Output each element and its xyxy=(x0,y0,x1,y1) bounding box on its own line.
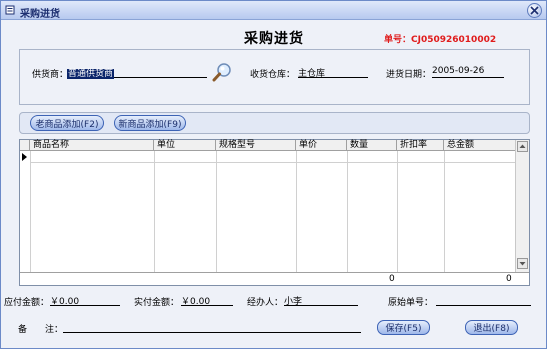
grid-divider xyxy=(154,151,155,272)
column-header[interactable]: 单价 xyxy=(296,140,347,151)
grid-row-divider xyxy=(30,162,516,163)
original-number-label: 原始单号： xyxy=(388,298,434,308)
search-icon[interactable] xyxy=(211,62,233,82)
handler-field[interactable]: 小李 xyxy=(284,294,358,307)
total-quantity: 0 xyxy=(389,274,395,284)
column-header[interactable]: 商品名称 xyxy=(30,140,154,151)
product-grid[interactable]: 商品名称 单位 规格型号 单价 数量 折扣率 总金额 0 0 xyxy=(19,139,530,286)
app-icon xyxy=(5,5,15,15)
add-old-product-button[interactable]: 老商品添加(F2) xyxy=(30,115,104,131)
column-header[interactable]: 规格型号 xyxy=(216,140,296,151)
save-button[interactable]: 保存(F5) xyxy=(377,320,430,335)
remark-field[interactable] xyxy=(63,321,361,333)
original-number-field[interactable] xyxy=(436,294,531,306)
paid-label: 实付金额： xyxy=(134,298,180,308)
close-button[interactable] xyxy=(527,3,542,18)
remark-label: 备 注： xyxy=(18,325,64,335)
payable-field[interactable]: ￥0.00 xyxy=(50,294,120,307)
purchase-window: 采购进货 采购进货 单号：CJ050926010002 供货商： 普通供货商 收… xyxy=(0,0,547,349)
supplier-value: 普通供货商 xyxy=(67,69,115,79)
row-indicator-header xyxy=(20,140,30,151)
grid-header: 商品名称 单位 规格型号 单价 数量 折扣率 总金额 xyxy=(20,140,516,151)
arrow-down-icon xyxy=(519,262,526,266)
column-header[interactable]: 总金额 xyxy=(444,140,516,151)
vertical-scrollbar[interactable] xyxy=(515,140,529,272)
title-bar: 采购进货 xyxy=(1,1,546,20)
payable-label: 应付金额： xyxy=(4,298,50,308)
grid-divider xyxy=(30,151,31,272)
exit-button[interactable]: 退出(F8) xyxy=(465,320,518,335)
scroll-up-button[interactable] xyxy=(517,141,528,152)
supplier-field[interactable]: 普通供货商 xyxy=(67,66,207,79)
column-header[interactable]: 折扣率 xyxy=(397,140,444,151)
date-field[interactable]: 2005-09-26 xyxy=(432,66,504,78)
close-icon xyxy=(530,6,539,15)
grid-divider xyxy=(347,151,348,272)
column-header[interactable]: 数量 xyxy=(347,140,397,151)
warehouse-label: 收货仓库： xyxy=(250,70,296,80)
window-title: 采购进货 xyxy=(20,9,60,20)
add-new-product-button[interactable]: 新商品添加(F9) xyxy=(114,115,186,131)
column-header[interactable]: 单位 xyxy=(154,140,216,151)
date-label: 进货日期： xyxy=(386,70,432,80)
supplier-label: 供货商： xyxy=(32,70,69,80)
paid-field[interactable]: ￥0.00 xyxy=(181,294,233,307)
current-row-pointer-icon xyxy=(22,153,27,161)
grid-totals-row: 0 0 xyxy=(20,272,529,285)
scroll-down-button[interactable] xyxy=(517,258,528,269)
order-number: 单号：CJ050926010002 xyxy=(384,35,497,45)
total-amount: 0 xyxy=(506,274,512,284)
grid-divider xyxy=(296,151,297,272)
arrow-up-icon xyxy=(519,144,526,148)
grid-divider xyxy=(216,151,217,272)
grid-divider xyxy=(397,151,398,272)
form-title: 采购进货 xyxy=(244,31,304,47)
handler-label: 经办人： xyxy=(247,298,284,308)
grid-divider xyxy=(444,151,445,272)
warehouse-field[interactable]: 主仓库 xyxy=(298,66,368,79)
